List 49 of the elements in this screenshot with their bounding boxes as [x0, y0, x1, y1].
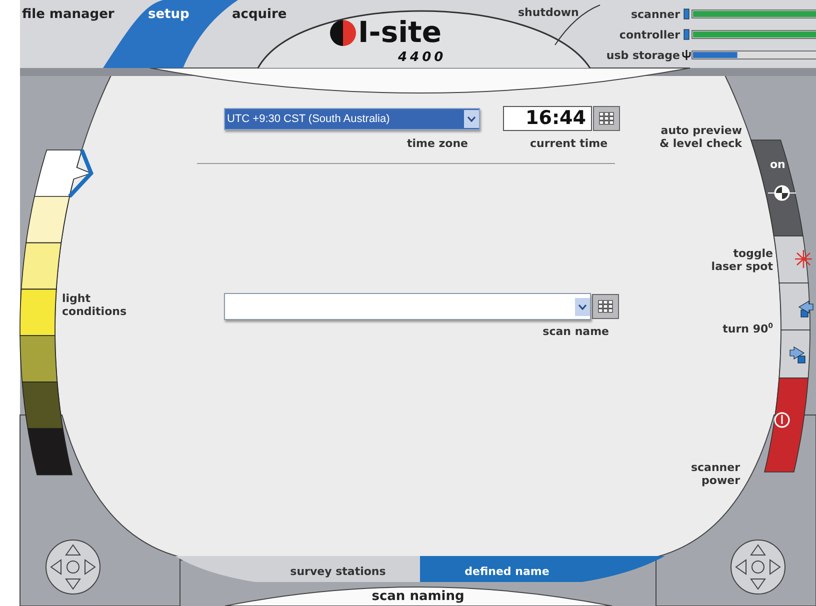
auto-preview-button[interactable]: on — [750, 140, 804, 236]
chevron-icon — [578, 304, 587, 310]
dropdown-button[interactable] — [575, 298, 590, 316]
dropdown-button[interactable] — [464, 110, 479, 128]
logo-text: I-site — [358, 15, 442, 49]
control-label: turn 90$^{0}$ — [722, 321, 773, 336]
turn-left-button[interactable] — [778, 282, 814, 330]
shutdown-button[interactable]: shutdown — [518, 6, 579, 19]
time-zone-dropdown[interactable]: UTC +9:30 CST (South Australia) — [224, 108, 480, 130]
light-level-option[interactable] — [20, 288, 57, 336]
laser-icon — [794, 249, 813, 269]
turn-right-button[interactable] — [778, 330, 810, 378]
status-label: scanner — [630, 8, 680, 21]
battery-icon — [684, 8, 690, 20]
target-icon — [768, 185, 796, 201]
light-level-option[interactable] — [20, 335, 58, 382]
light-level-option[interactable] — [27, 428, 73, 476]
field-label: current time — [530, 137, 608, 150]
logo-icon — [330, 20, 356, 46]
status-label: usb storage — [606, 49, 680, 62]
control-label: scanner power — [690, 461, 740, 487]
light-conditions-label: light conditions — [62, 292, 127, 318]
keypad-button[interactable] — [592, 294, 619, 319]
tab[interactable]: defined name — [420, 556, 665, 582]
battery-icon — [684, 29, 690, 40]
scan-name-field[interactable] — [224, 293, 591, 320]
keypad-button[interactable] — [593, 106, 620, 131]
field-label: scan name — [542, 325, 609, 338]
page-title: scan naming — [372, 589, 464, 604]
tab[interactable]: survey stations — [175, 556, 420, 582]
control-label: toggle laser spot — [711, 247, 773, 273]
power-button[interactable] — [764, 378, 809, 472]
status-label: controller — [619, 28, 680, 42]
turn-left-icon — [798, 300, 814, 318]
dpad-icon[interactable] — [730, 540, 786, 594]
usb-icon — [682, 49, 691, 61]
keypad-icon — [599, 112, 614, 125]
field-label: time zone — [406, 137, 468, 150]
power-icon — [774, 412, 790, 428]
control-label: auto preview & level check — [659, 124, 742, 150]
turn-right-icon — [790, 346, 806, 364]
chevron-icon — [467, 116, 476, 122]
keypad-icon — [598, 300, 613, 313]
laser-button[interactable] — [773, 236, 813, 284]
light-level-option[interactable] — [34, 149, 94, 198]
dpad-icon[interactable] — [46, 540, 100, 594]
light-level-option[interactable] — [26, 196, 70, 244]
time-field[interactable]: 16:44 — [503, 106, 592, 131]
model-number: 4400 — [398, 50, 446, 65]
